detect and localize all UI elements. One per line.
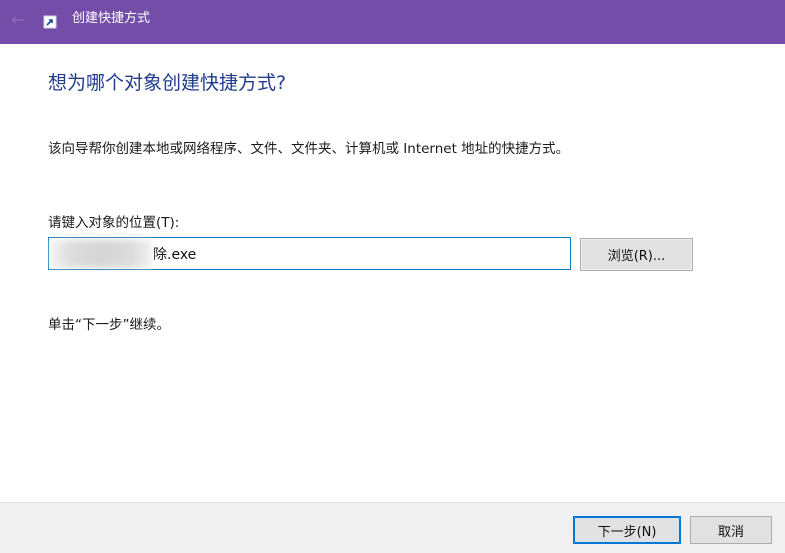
arrow-left-icon: ← xyxy=(11,9,25,29)
back-button[interactable]: ← xyxy=(0,0,36,38)
page-heading: 想为哪个对象创建快捷方式? xyxy=(48,72,287,94)
window-title: 创建快捷方式 xyxy=(72,11,151,26)
redacted-path-blur xyxy=(50,240,152,268)
next-button[interactable]: 下一步(N) xyxy=(573,516,681,544)
title-bar: ← 创建快捷方式 xyxy=(0,0,785,44)
shortcut-icon xyxy=(43,15,57,29)
wizard-footer: 下一步(N) 取消 xyxy=(0,502,785,553)
browse-button[interactable]: 浏览(R)... xyxy=(580,238,693,271)
wizard-description: 该向导帮你创建本地或网络程序、文件、文件夹、计算机或 Internet 地址的快… xyxy=(48,141,570,157)
location-label: 请键入对象的位置(T): xyxy=(48,215,180,231)
cancel-button[interactable]: 取消 xyxy=(690,516,772,544)
create-shortcut-window: ← 创建快捷方式 想为哪个对象创建快捷方式? 该向导帮你创建本地或网络程序、文件… xyxy=(0,0,785,553)
continue-hint: 单击“下一步”继续。 xyxy=(48,317,170,333)
